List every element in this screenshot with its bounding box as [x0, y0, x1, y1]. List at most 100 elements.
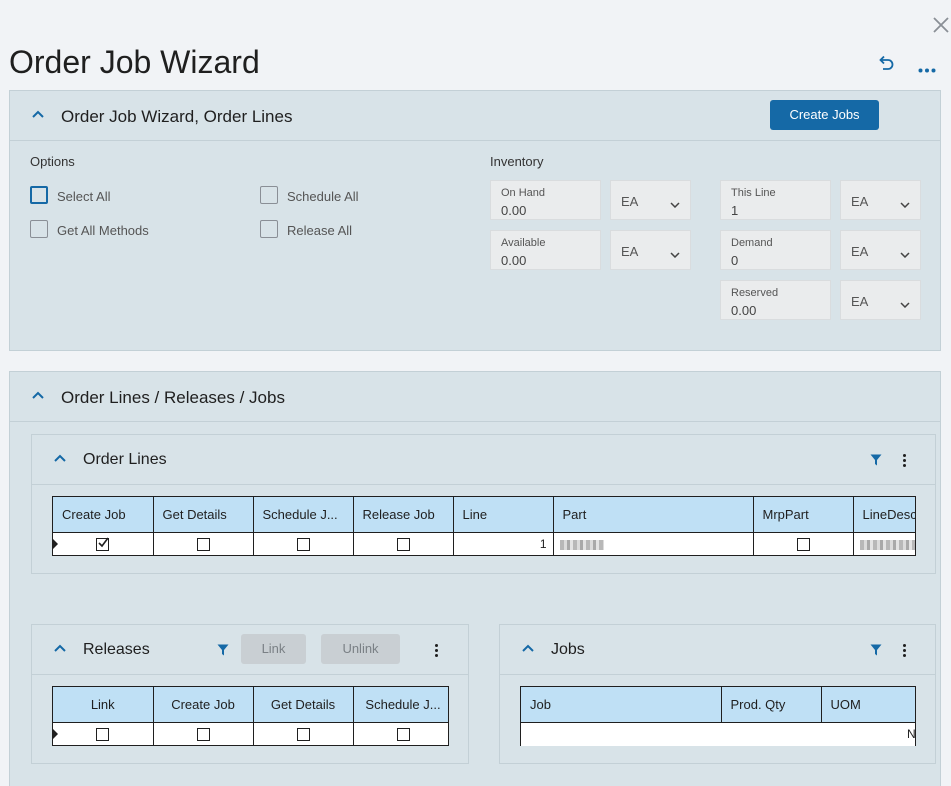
schedule-all-checkbox[interactable]: [260, 186, 278, 204]
kebab-menu-icon[interactable]: [435, 644, 439, 659]
order-lines-title: Order Lines: [83, 451, 167, 468]
on-hand-value: 0.00: [501, 203, 527, 218]
get-all-methods-checkbox[interactable]: [30, 220, 48, 238]
column-header-get-details[interactable]: Get Details: [253, 687, 354, 723]
get-details-cell[interactable]: [253, 722, 354, 745]
demand-value: 0: [731, 253, 739, 268]
unlink-button[interactable]: Unlink: [321, 634, 400, 664]
reserved-value: 0.00: [731, 303, 757, 318]
releases-panel: Releases Link Unlink Link Create Job Get…: [31, 624, 469, 764]
reserved-uom-select[interactable]: EA: [840, 280, 921, 320]
create-jobs-button[interactable]: Create Jobs: [770, 100, 879, 130]
table-row[interactable]: [53, 722, 448, 745]
this-line-uom-value: EA: [851, 194, 869, 209]
demand-uom-select[interactable]: EA: [840, 230, 921, 270]
collapse-chevron-icon[interactable]: [32, 110, 44, 122]
inventory-heading: Inventory: [490, 154, 544, 169]
select-all-checkbox[interactable]: [30, 186, 48, 204]
release-job-checkbox[interactable]: [396, 537, 410, 551]
schedule-job-cell[interactable]: [353, 722, 448, 745]
kebab-menu-icon[interactable]: [903, 454, 907, 469]
available-field: Available 0.00: [490, 230, 601, 270]
create-job-cell[interactable]: [153, 722, 254, 745]
on-hand-label: On Hand: [501, 187, 546, 199]
mrp-part-cell[interactable]: [753, 532, 854, 555]
redacted-line-desc: [859, 539, 915, 550]
schedule-job-checkbox[interactable]: [296, 537, 310, 551]
demand-label: Demand: [731, 237, 773, 249]
available-uom-select[interactable]: EA: [610, 230, 691, 270]
get-details-checkbox[interactable]: [196, 537, 210, 551]
filter-icon[interactable]: [870, 454, 882, 469]
column-header-create-job[interactable]: Create Job: [53, 497, 154, 533]
mrp-part-checkbox[interactable]: [796, 537, 810, 551]
schedule-job-checkbox[interactable]: [396, 727, 410, 741]
release-job-cell[interactable]: [353, 532, 454, 555]
collapse-chevron-icon[interactable]: [54, 644, 66, 656]
more-options-icon[interactable]: [918, 61, 936, 76]
row-pointer-icon: [53, 728, 58, 739]
column-header-create-job[interactable]: Create Job: [153, 687, 254, 723]
line-desc-cell[interactable]: [853, 532, 915, 555]
part-cell[interactable]: [553, 532, 754, 555]
redacted-part: [559, 539, 604, 550]
get-details-checkbox[interactable]: [296, 727, 310, 741]
on-hand-uom-value: EA: [621, 194, 639, 209]
this-line-value: 1: [731, 203, 739, 218]
create-job-checkbox[interactable]: [96, 537, 110, 551]
column-header-mrp-part[interactable]: MrpPart: [753, 497, 854, 533]
on-hand-field: On Hand 0.00: [490, 180, 601, 220]
jobs-panel: Jobs Job Prod. Qty UOM N: [499, 624, 936, 764]
select-all-label: Select All: [57, 189, 111, 204]
column-header-line-desc[interactable]: LineDesc: [853, 497, 915, 533]
column-header-schedule-job[interactable]: Schedule J...: [353, 687, 448, 723]
get-all-methods-label: Get All Methods: [57, 223, 149, 238]
column-header-job[interactable]: Job: [521, 687, 722, 723]
filter-icon[interactable]: [217, 644, 229, 659]
get-details-cell[interactable]: [153, 532, 254, 555]
release-all-label: Release All: [287, 223, 353, 238]
schedule-job-cell[interactable]: [253, 532, 354, 555]
link-checkbox[interactable]: [96, 727, 110, 741]
filter-icon[interactable]: [870, 644, 882, 659]
column-header-get-details[interactable]: Get Details: [153, 497, 254, 533]
close-icon[interactable]: [932, 16, 951, 38]
releases-title: Releases: [83, 641, 150, 658]
undo-icon[interactable]: [877, 54, 895, 75]
create-job-checkbox[interactable]: [196, 727, 210, 741]
available-uom-value: EA: [621, 244, 639, 259]
collapse-chevron-icon[interactable]: [54, 454, 66, 466]
column-header-schedule-job[interactable]: Schedule J...: [253, 497, 354, 533]
chevron-down-icon: [670, 246, 680, 261]
column-header-uom[interactable]: UOM: [821, 687, 915, 723]
release-all-checkbox[interactable]: [260, 220, 278, 238]
on-hand-uom-select[interactable]: EA: [610, 180, 691, 220]
order-lines-grid: Create Job Get Details Schedule J... Rel…: [52, 496, 916, 556]
collapse-chevron-icon[interactable]: [522, 644, 534, 656]
order-lines-header: Order Lines: [32, 435, 935, 485]
line-cell[interactable]: 1: [453, 532, 554, 555]
table-row[interactable]: 1: [53, 532, 915, 555]
link-button[interactable]: Link: [241, 634, 306, 664]
kebab-menu-icon[interactable]: [903, 644, 907, 659]
jobs-grid: Job Prod. Qty UOM N: [520, 686, 916, 746]
column-header-prod-qty[interactable]: Prod. Qty: [721, 687, 822, 723]
column-header-line[interactable]: Line: [453, 497, 554, 533]
this-line-uom-select[interactable]: EA: [840, 180, 921, 220]
chevron-down-icon: [670, 196, 680, 211]
row-pointer-icon: [53, 538, 58, 549]
options-heading: Options: [30, 154, 75, 169]
page-title: Order Job Wizard: [9, 44, 260, 80]
chevron-down-icon: [900, 246, 910, 261]
column-header-link[interactable]: Link: [53, 687, 154, 723]
lines-panel-title: Order Lines / Releases / Jobs: [61, 388, 285, 407]
link-cell[interactable]: [53, 722, 154, 745]
create-job-cell[interactable]: [53, 532, 154, 555]
jobs-title: Jobs: [551, 641, 585, 658]
wizard-panel-header: Order Job Wizard, Order Lines Create Job…: [10, 91, 940, 141]
column-header-release-job[interactable]: Release Job: [353, 497, 454, 533]
table-row[interactable]: N: [521, 722, 915, 745]
collapse-chevron-icon[interactable]: [32, 391, 44, 403]
column-header-part[interactable]: Part: [553, 497, 754, 533]
chevron-down-icon: [900, 296, 910, 311]
